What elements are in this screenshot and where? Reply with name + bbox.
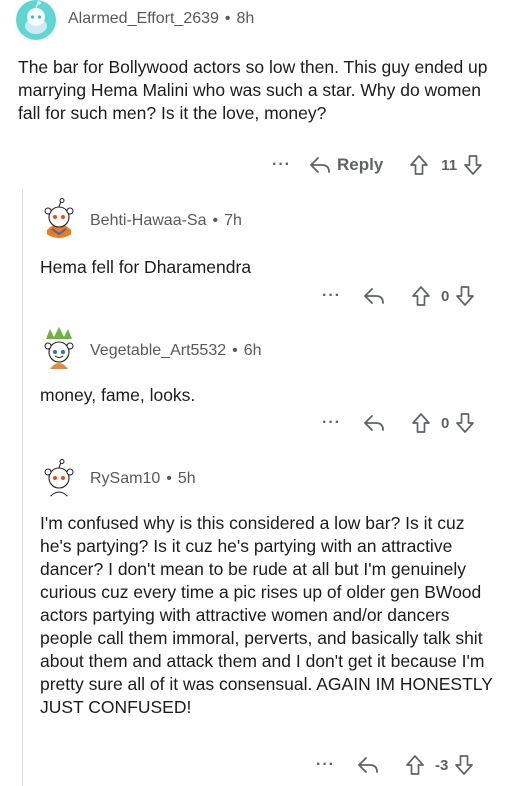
username[interactable]: RySam10 (90, 470, 160, 487)
comment-body: I'm confused why is this considered a lo… (40, 513, 493, 717)
comment-body: The bar for Bollywood actors so low then… (18, 57, 488, 123)
comment-meta: Vegetable_Art5532 • 6h (90, 342, 262, 359)
reply-button[interactable] (363, 413, 385, 433)
upvote-button[interactable] (409, 154, 429, 176)
comment-age: 8h (236, 10, 255, 27)
vote-score: 0 (440, 287, 450, 305)
upvote-arrow-icon (412, 286, 430, 306)
upvote-arrow-icon (406, 755, 424, 775)
comment-meta: Alarmed_Effort_2639 • 8h (68, 10, 255, 27)
avatar[interactable] (38, 456, 80, 498)
vote-score: -3 (434, 756, 449, 774)
reply-arrow-icon (364, 288, 384, 304)
username[interactable]: Vegetable_Art5532 (90, 342, 226, 359)
comment-body: money, fame, looks. (40, 385, 196, 405)
comment-actions: ··· Reply 11 (272, 154, 483, 176)
avatar[interactable] (38, 196, 80, 238)
downvote-arrow-icon (464, 155, 482, 175)
upvote-button[interactable] (405, 754, 425, 776)
upvote-button[interactable] (411, 412, 431, 434)
reply-arrow-icon (364, 415, 384, 431)
comment-body: Hema fell for Dharamendra (40, 257, 252, 277)
downvote-button[interactable] (455, 285, 475, 307)
comment-meta: Behti-Hawaa-Sa • 7h (90, 212, 242, 229)
thread-line[interactable] (22, 190, 23, 786)
more-options-button[interactable]: ··· (272, 156, 291, 174)
reply-arrow-icon (358, 757, 378, 773)
more-options-button[interactable]: ··· (322, 414, 341, 432)
snoo-avatar-icon (44, 327, 74, 369)
downvote-arrow-icon (455, 755, 474, 775)
comment-age: 5h (177, 470, 196, 487)
vote-score: 11 (441, 156, 458, 174)
downvote-arrow-icon (456, 286, 475, 306)
username[interactable]: Behti-Hawaa-Sa (90, 212, 207, 229)
upvote-arrow-icon (410, 155, 429, 175)
downvote-arrow-icon (456, 413, 475, 433)
comment-actions: ··· 0 (322, 412, 475, 434)
vote-score: 0 (440, 414, 450, 432)
upvote-button[interactable] (411, 285, 431, 307)
reply-button[interactable] (363, 286, 385, 306)
comment-age: 7h (224, 212, 242, 229)
snoo-avatar-icon (44, 459, 74, 498)
reply-button[interactable] (357, 755, 379, 775)
more-options-button[interactable]: ··· (316, 756, 335, 774)
downvote-button[interactable] (454, 754, 474, 776)
downvote-button[interactable] (463, 154, 483, 176)
comment-age: 6h (243, 342, 262, 359)
more-options-button[interactable]: ··· (322, 287, 341, 305)
snoo-avatar-icon (44, 198, 74, 238)
avatar[interactable] (38, 325, 80, 373)
comment-meta: RySam10 • 5h (90, 470, 196, 487)
reply-button[interactable]: Reply (309, 155, 383, 175)
comment-actions: ··· -3 (316, 754, 474, 776)
downvote-button[interactable] (455, 412, 475, 434)
username[interactable]: Alarmed_Effort_2639 (68, 10, 219, 27)
reply-arrow-icon (310, 157, 330, 173)
upvote-arrow-icon (412, 413, 430, 433)
reply-label: Reply (336, 155, 384, 174)
avatar[interactable] (16, 0, 56, 40)
snoo-avatar-icon (25, 1, 47, 34)
comment-actions: ··· 0 (322, 285, 475, 307)
